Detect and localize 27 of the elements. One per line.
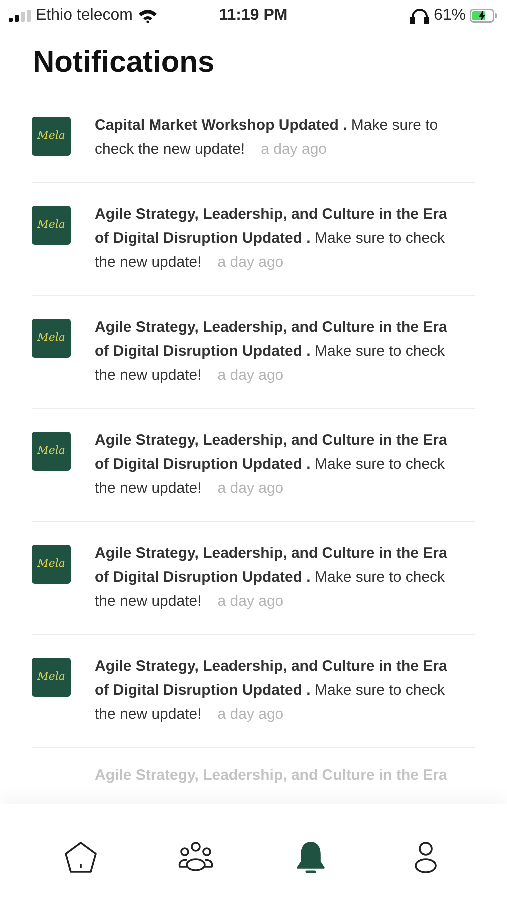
battery-percent: 61% — [434, 6, 466, 26]
logo-icon: Mela — [32, 319, 71, 358]
notification-item[interactable]: Mela Capital Market Workshop Updated . Make sure to check the new update! a day ago — [32, 94, 475, 183]
notification-message: Agile Strategy, Leadership, and Culture in the Era — [95, 766, 448, 784]
notification-item[interactable]: Mela Agile Strategy, Leadership, and Culture in the Era of Digital Disruption Updated . Make sure to check the new update! a day ago — [32, 635, 475, 748]
logo-icon: Mela — [32, 206, 71, 245]
carrier-name: Ethio telecom — [36, 6, 133, 26]
notification-text: Agile Strategy, Leadership, and Culture in the Era of Digital Disruption Updated . Make sure to check the new update! a day ago — [95, 431, 448, 499]
notification-text: Agile Strategy, Leadership, and Culture in the Era of Digital Disruption Updated . Make sure to check the new update! a day ago — [95, 544, 448, 612]
wifi-icon — [138, 9, 158, 23]
battery-charging-icon — [470, 9, 498, 23]
headphones-icon — [410, 8, 430, 24]
clock-time: 11:19 PM — [218, 6, 289, 26]
notification-item[interactable]: Mela Agile Strategy, Leadership, and Culture in the Era of Digital Disruption Updated . Make sure to check the new update! a day ago — [32, 522, 475, 635]
logo-icon: Mela — [32, 432, 71, 471]
notification-text: Capital Market Workshop Updated . Make sure to check the new update! a day ago — [95, 116, 440, 160]
signal-icon — [9, 10, 31, 22]
notification-item[interactable]: Mela Agile Strategy, Leadership, and Culture in the Era of Digital Disruption Updated . Make sure to check the new update! a day ago — [32, 296, 475, 409]
notification-item[interactable]: Mela Agile Strategy, Leadership, and Culture in the Era of Digital Disruption Updated . Make sure to check the new update! a day ago — [32, 183, 475, 296]
logo-icon: Mela — [32, 545, 71, 584]
logo-icon: Mela — [32, 658, 71, 697]
notification-item[interactable]: Mela Agile Strategy, Leadership, and Culture in the Era of Digital Disruption Updated . Make sure to check the new update! a day ago — [32, 409, 475, 522]
notification-text: Agile Strategy, Leadership, and Culture in the Era of Digital Disruption Updated . Make sure to check the new update! a day ago — [95, 205, 448, 273]
notification-text: Agile Strategy, Leadership, and Culture in the Era of Digital Disruption Updated . Make sure to check the new update! a day ago — [95, 657, 448, 725]
notification-text: Agile Strategy, Leadership, and Culture in the Era of Digital Disruption Updated . Make sure to check the new update! a day ago — [95, 318, 448, 386]
logo-icon: Mela — [32, 117, 71, 156]
page-title: Notifications — [33, 45, 215, 81]
